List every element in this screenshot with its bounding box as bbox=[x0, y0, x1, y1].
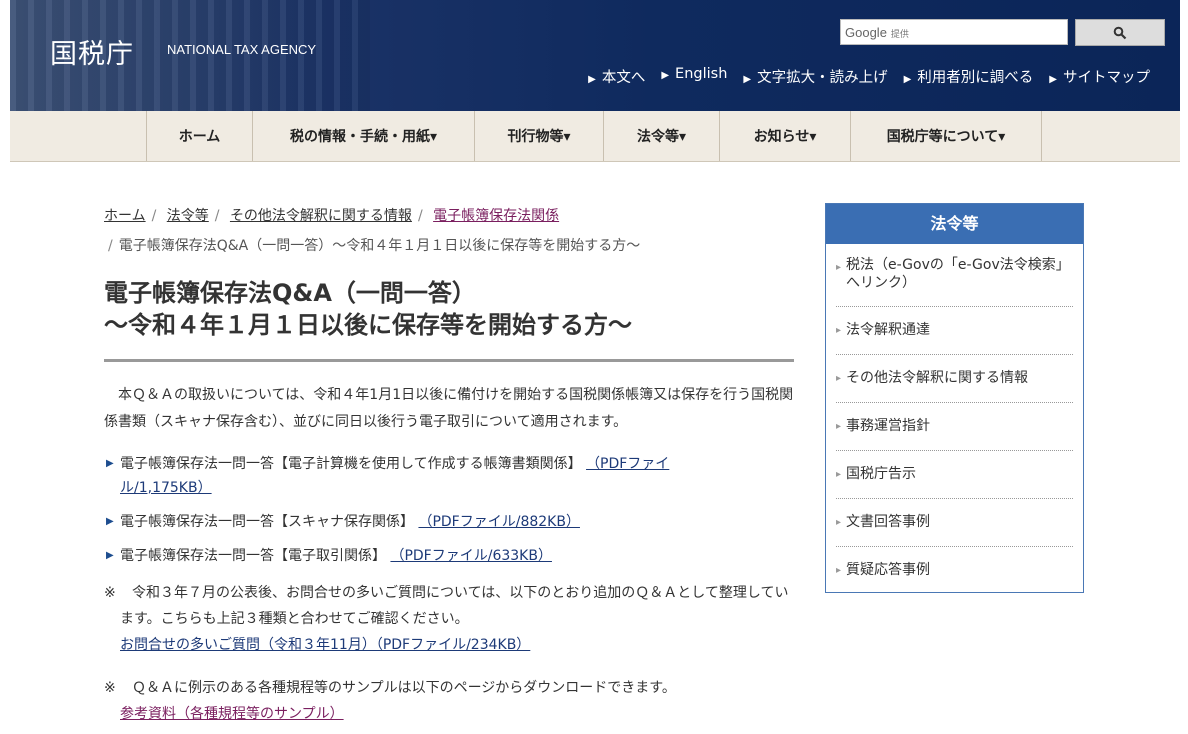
breadcrumb-other-interpretation[interactable]: その他法令解釈に関する情報 bbox=[230, 208, 412, 224]
triangle-right-icon: ▶ bbox=[903, 74, 912, 85]
sidebar-item-jimu[interactable]: ▸ 事務運営指針 bbox=[836, 403, 1073, 451]
pdf-link-denshi-torihiki[interactable]: （PDFファイル/633KB） bbox=[390, 548, 552, 564]
breadcrumb: ホーム / 法令等 / その他法令解釈に関する情報 / 電子帳簿保存法関係 / 電子帳簿… bbox=[104, 208, 641, 254]
breadcrumb-current: 電子帳簿保存法Q&A（一問一答）～令和４年１月１日以後に保存等を開始する方～ bbox=[118, 238, 641, 254]
nav-home[interactable]: ホーム bbox=[147, 111, 253, 161]
triangle-right-icon: ▸ bbox=[836, 517, 842, 528]
utility-link-english[interactable]: ▶ English bbox=[661, 66, 727, 87]
search-brand: Google 提供 bbox=[845, 25, 909, 40]
document-links: ▶ 電子帳簿保存法一問一答【電子計算機を使用して作成する帳簿書類関係】 （PDF… bbox=[104, 452, 724, 578]
faq-pdf-link[interactable]: お問合せの多いご質問（令和３年11月）（PDFファイル/234KB） bbox=[120, 637, 530, 653]
sidebar-item-bunsho[interactable]: ▸ 文書回答事例 bbox=[836, 499, 1073, 547]
list-item: ▶ 電子帳簿保存法一問一答【電子計算機を使用して作成する帳簿書類関係】 （PDF… bbox=[104, 452, 724, 500]
utility-link-honbun[interactable]: ▶ 本文へ bbox=[588, 66, 645, 87]
global-nav: ホーム 税の情報・手続・用紙▾ 刊行物等▾ 法令等▾ お知らせ▾ 国税庁等につい… bbox=[10, 111, 1180, 162]
utility-link-by-user[interactable]: ▶ 利用者別に調べる bbox=[904, 66, 1034, 87]
search-button[interactable] bbox=[1075, 19, 1165, 46]
search-icon bbox=[1113, 26, 1127, 39]
sidebar: 法令等 ▸ 税法（e-Govの「e-Gov法令検索」へリンク） ▸ 法令解釈通達 ▸… bbox=[825, 203, 1084, 593]
sidebar-item-tsutatsu[interactable]: ▸ 法令解釈通達 bbox=[836, 307, 1073, 355]
triangle-right-icon: ▸ bbox=[836, 469, 842, 480]
triangle-right-icon: ▶ bbox=[661, 70, 670, 81]
logo-jp[interactable]: 国税庁 bbox=[50, 32, 134, 71]
note-samples: ※ Ｑ＆Ａに例示のある各種規程等のサンプルは以下のページからダウンロードできます… bbox=[104, 680, 676, 722]
sample-reference-link[interactable]: 参考資料（各種規程等のサンプル） bbox=[120, 706, 344, 722]
sidebar-title: 法令等 bbox=[826, 204, 1083, 244]
utility-links: ▶ 本文へ ▶ English ▶ 文字拡大・読み上げ ▶ 利用者別に調べる ▶ サイトマ… bbox=[572, 66, 1150, 87]
sidebar-item-other[interactable]: ▸ その他法令解釈に関する情報 bbox=[836, 355, 1073, 403]
triangle-right-icon: ▶ bbox=[743, 74, 752, 85]
triangle-right-icon: ▶ bbox=[106, 458, 114, 469]
triangle-right-icon: ▶ bbox=[1049, 74, 1057, 85]
triangle-right-icon: ▸ bbox=[836, 373, 842, 384]
intro-text: 本Ｑ＆Ａの取扱いについては、令和４年1月1日以後に備付けを開始する国税関係帳簿又… bbox=[104, 387, 794, 430]
triangle-right-icon: ▸ bbox=[836, 325, 842, 336]
triangle-right-icon: ▶ bbox=[588, 74, 596, 85]
triangle-right-icon: ▶ bbox=[106, 550, 114, 561]
triangle-right-icon: ▸ bbox=[836, 565, 842, 576]
sidebar-item-egov[interactable]: ▸ 税法（e-Govの「e-Gov法令検索」へリンク） bbox=[836, 244, 1073, 307]
breadcrumb-laws[interactable]: 法令等 bbox=[167, 208, 209, 224]
logo-en[interactable]: NATIONAL TAX AGENCY bbox=[167, 42, 316, 57]
sidebar-item-shitsugi[interactable]: ▸ 質疑応答事例 bbox=[836, 547, 1073, 594]
nav-news[interactable]: お知らせ▾ bbox=[720, 111, 851, 161]
nav-about[interactable]: 国税庁等について▾ bbox=[851, 111, 1042, 161]
list-item: ▶ 電子帳簿保存法一問一答【スキャナ保存関係】 （PDFファイル/882KB） bbox=[104, 510, 724, 534]
pdf-link-scanner[interactable]: （PDFファイル/882KB） bbox=[418, 514, 580, 530]
note-faq: ※ 令和３年７月の公表後、お問合せの多いご質問については、以下のとおり追加のＱ＆… bbox=[104, 585, 789, 653]
nav-laws[interactable]: 法令等▾ bbox=[604, 111, 720, 161]
search-input[interactable]: Google 提供 bbox=[840, 19, 1068, 45]
page-title: 電子帳簿保存法Q&A（一問一答） ～令和４年１月１日以後に保存等を開始する方～ bbox=[104, 277, 794, 362]
triangle-right-icon: ▶ bbox=[106, 516, 114, 527]
utility-link-text-size[interactable]: ▶ 文字拡大・読み上げ bbox=[743, 66, 887, 87]
breadcrumb-denshi-chobo[interactable]: 電子帳簿保存法関係 bbox=[433, 208, 559, 224]
site-header: 国税庁 NATIONAL TAX AGENCY Google 提供 ▶ 本文へ ▶ E… bbox=[10, 0, 1180, 111]
utility-link-sitemap[interactable]: ▶ サイトマップ bbox=[1049, 66, 1150, 87]
nav-publications[interactable]: 刊行物等▾ bbox=[475, 111, 604, 161]
sidebar-item-kokuji[interactable]: ▸ 国税庁告示 bbox=[836, 451, 1073, 499]
nav-tax-info[interactable]: 税の情報・手続・用紙▾ bbox=[253, 111, 475, 161]
triangle-right-icon: ▸ bbox=[836, 262, 842, 273]
breadcrumb-home[interactable]: ホーム bbox=[104, 208, 146, 224]
list-item: ▶ 電子帳簿保存法一問一答【電子取引関係】 （PDFファイル/633KB） bbox=[104, 544, 724, 568]
triangle-right-icon: ▸ bbox=[836, 421, 842, 432]
